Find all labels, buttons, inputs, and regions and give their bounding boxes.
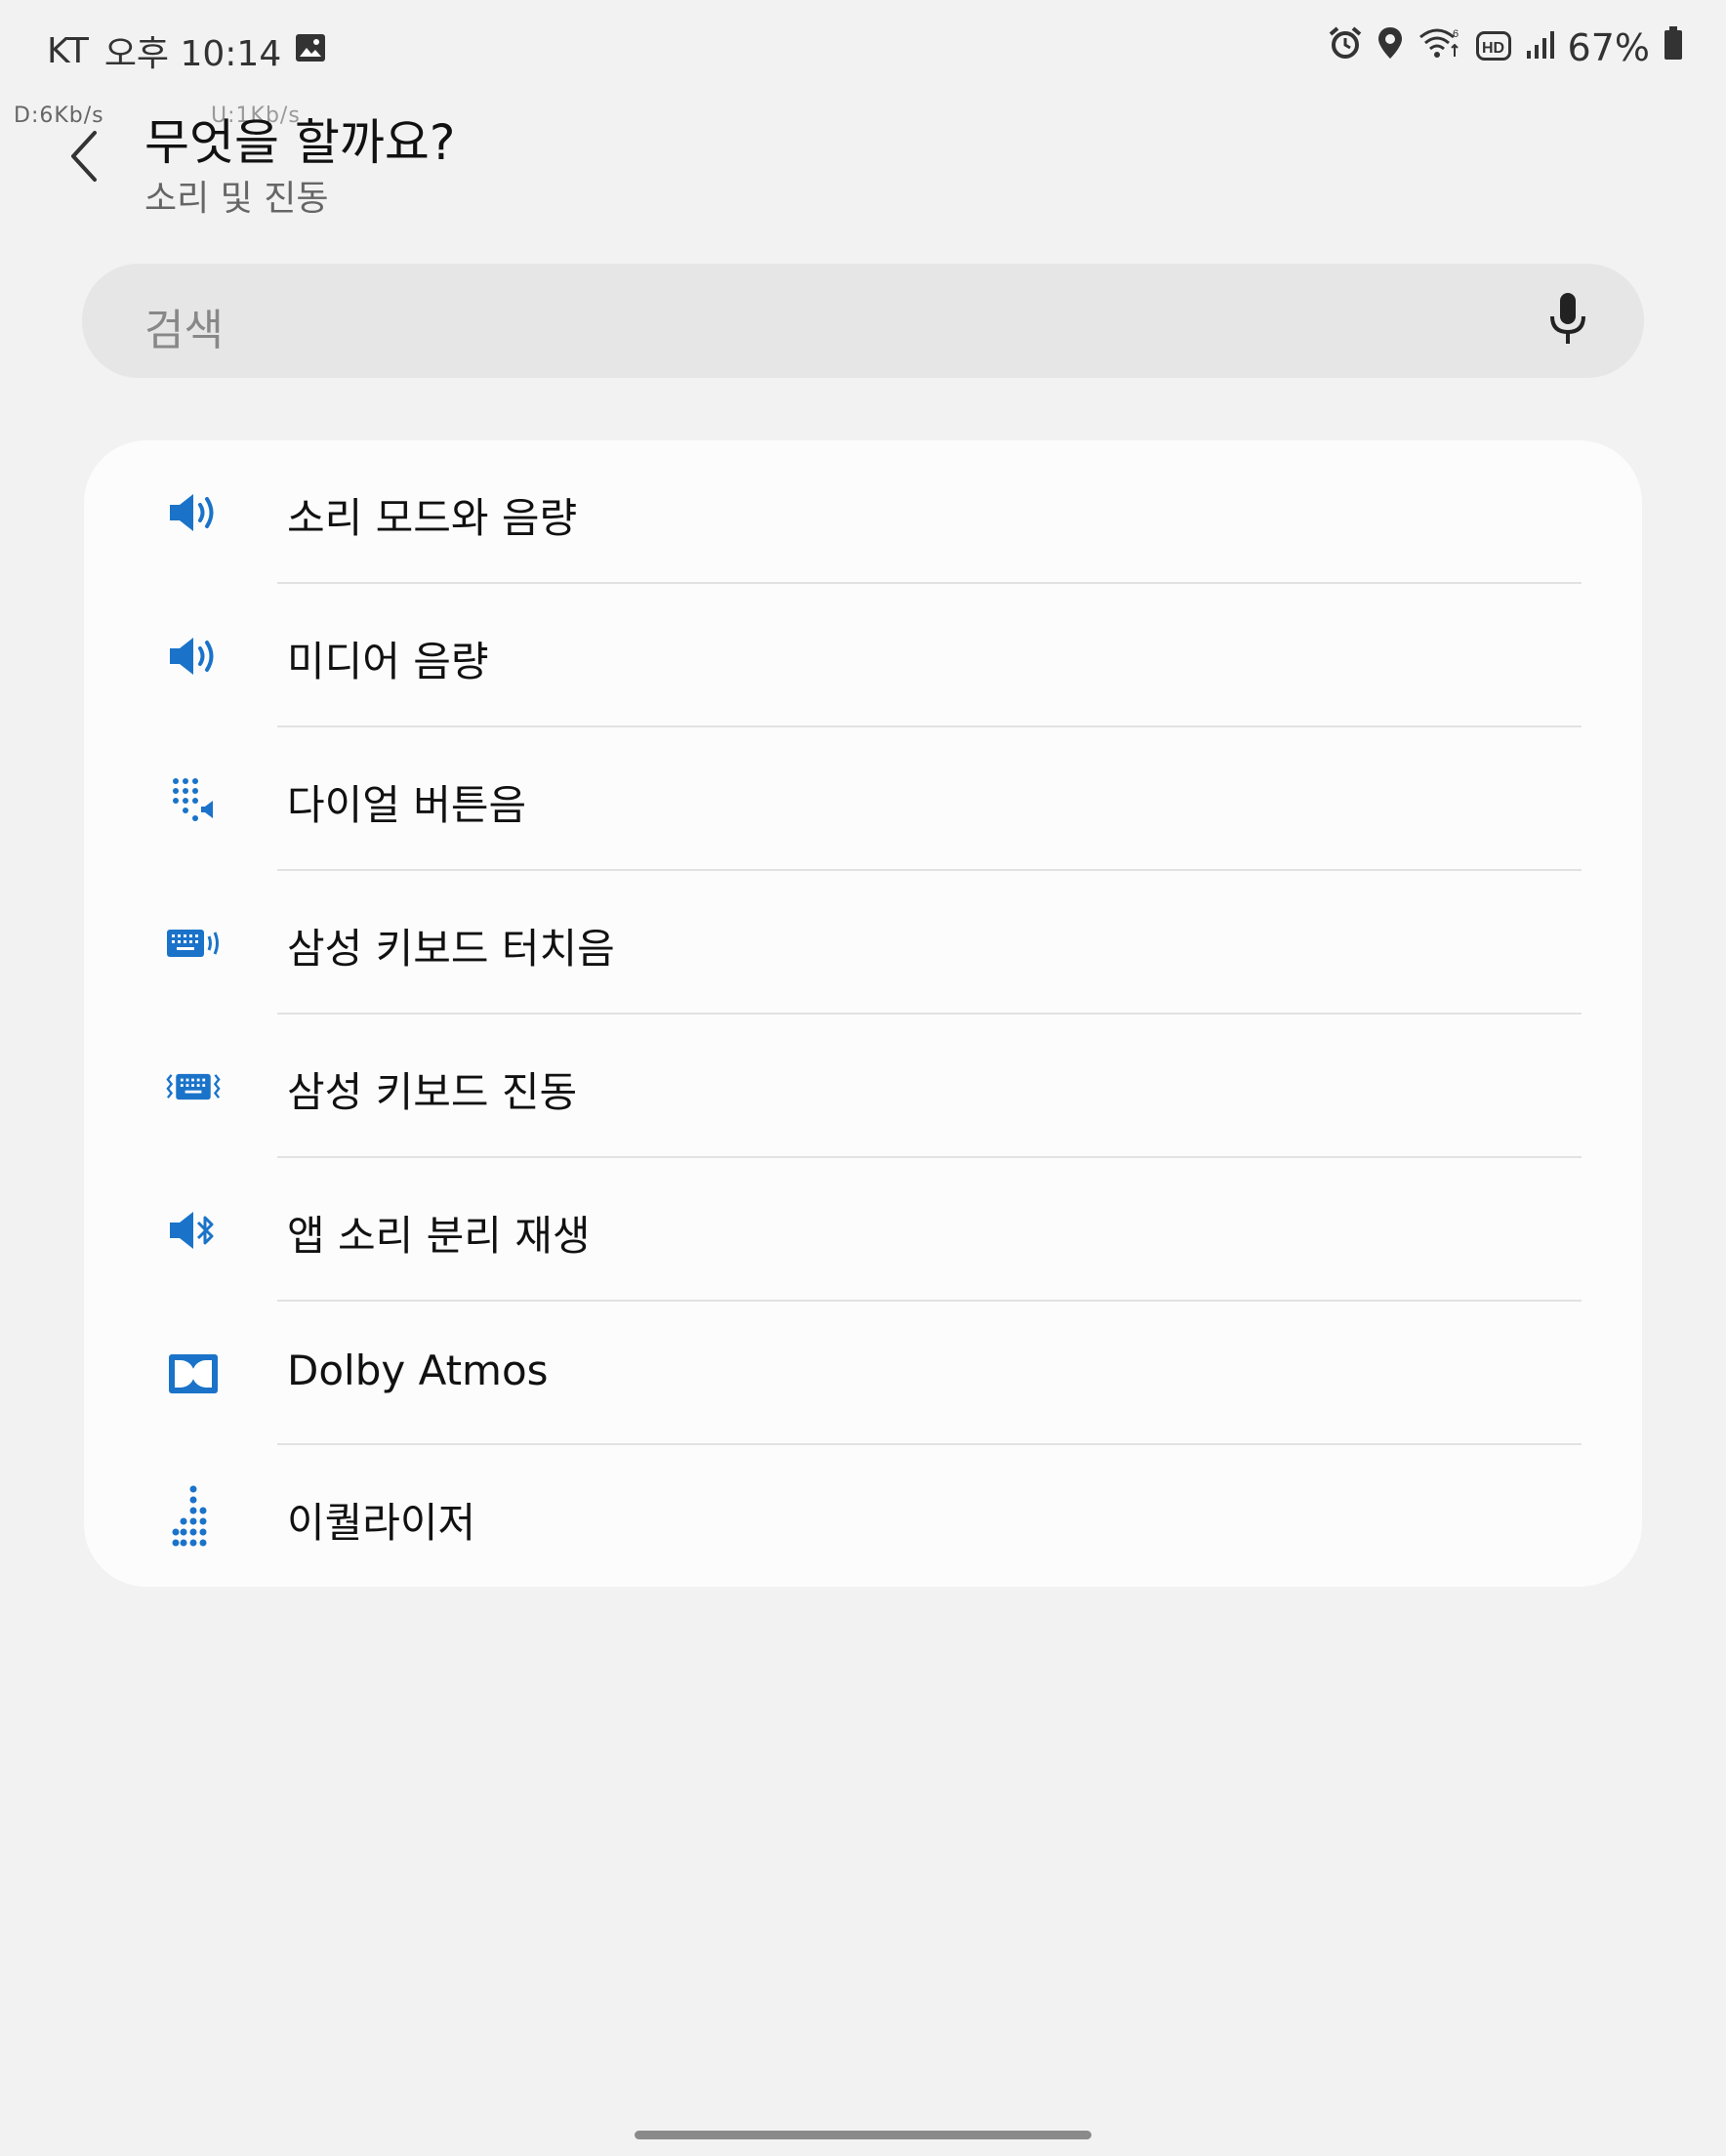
- speaker-volume-icon: [166, 629, 221, 684]
- page-subtitle: 소리 및 진동: [144, 179, 329, 219]
- battery-icon: [1664, 25, 1683, 69]
- keyboard-vibration-icon: [166, 1059, 221, 1114]
- chevron-left-icon: [67, 129, 101, 187]
- list-item[interactable]: 앱 소리 분리 재생: [84, 1158, 1642, 1302]
- dialpad-sound-icon: [166, 772, 221, 827]
- search-input[interactable]: 검색: [144, 295, 224, 357]
- speaker-volume-icon: [166, 485, 221, 540]
- wifi-icon: 6: [1418, 25, 1462, 69]
- list-item[interactable]: Dolby Atmos: [84, 1302, 1642, 1445]
- svg-text:HD: HD: [1482, 40, 1504, 57]
- list-item-label: 삼성 키보드 진동: [287, 1068, 578, 1116]
- list-item-label: 앱 소리 분리 재생: [287, 1212, 591, 1260]
- list-item[interactable]: 삼성 키보드 진동: [84, 1015, 1642, 1158]
- microphone-icon: [1548, 291, 1587, 350]
- back-button[interactable]: [55, 127, 113, 189]
- carrier: KT: [47, 30, 89, 71]
- list-item-label: 이퀄라이저: [287, 1499, 476, 1547]
- keyboard-sound-icon: [166, 916, 221, 971]
- list-item-label: 삼성 키보드 터치음: [287, 925, 615, 973]
- list-item-label: 소리 모드와 음량: [287, 494, 578, 542]
- signal-icon: [1525, 26, 1554, 69]
- download-speed: D:6Kb/s: [14, 104, 104, 128]
- battery-percent: 67%: [1567, 25, 1650, 69]
- voice-search-button[interactable]: [1539, 291, 1597, 350]
- alarm-icon: [1328, 25, 1363, 69]
- list-item-label: 다이얼 버튼음: [287, 781, 527, 829]
- list-item[interactable]: 이퀄라이저: [84, 1445, 1642, 1589]
- results-list: 소리 모드와 음량 미디어 음량 다이얼 버튼음 삼성 키보드 터치음 삼성 키…: [84, 440, 1642, 1587]
- list-item-label: 미디어 음량: [287, 638, 489, 685]
- page-title: 무엇을 할까요?: [144, 114, 456, 171]
- hd-voice-icon: HD: [1475, 26, 1511, 69]
- image-notification-icon: [295, 31, 326, 71]
- list-item[interactable]: 소리 모드와 음량: [84, 440, 1642, 584]
- home-indicator[interactable]: [635, 2131, 1091, 2139]
- bluetooth-speaker-icon: [166, 1203, 221, 1258]
- equalizer-icon: [166, 1485, 221, 1547]
- location-icon: [1377, 25, 1404, 69]
- list-item-label: Dolby Atmos: [287, 1347, 549, 1394]
- list-item[interactable]: 미디어 음량: [84, 584, 1642, 727]
- clock: 오후 10:14: [103, 34, 282, 74]
- search-bar[interactable]: 검색: [82, 264, 1644, 378]
- list-item[interactable]: 다이얼 버튼음: [84, 727, 1642, 871]
- status-bar: KT 오후 10:14 6 HD 67%: [0, 0, 1726, 98]
- dolby-icon: [166, 1347, 221, 1401]
- svg-text:6: 6: [1453, 28, 1459, 40]
- list-item[interactable]: 삼성 키보드 터치음: [84, 871, 1642, 1015]
